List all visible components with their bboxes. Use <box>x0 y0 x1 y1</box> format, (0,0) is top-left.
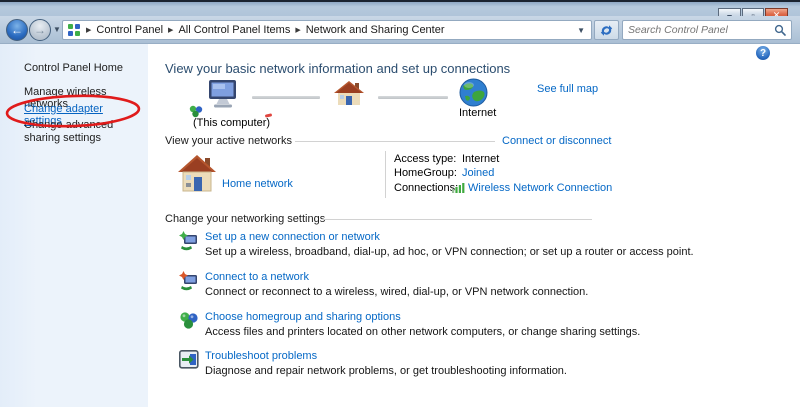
refresh-icon <box>600 24 613 37</box>
networking-settings-header: Change your networking settings <box>165 213 325 225</box>
this-computer-icon[interactable] <box>204 79 242 110</box>
sidebar-item-control-panel-home[interactable]: Control Panel Home <box>24 62 142 74</box>
address-bar[interactable]: ▶ Control Panel ▶ All Control Panel Item… <box>62 20 592 40</box>
back-button[interactable]: ← <box>6 19 28 41</box>
map-link-line <box>378 96 448 99</box>
details-divider <box>385 151 386 198</box>
wireless-network-connection-link[interactable]: Wireless Network Connection <box>468 182 612 194</box>
active-networks-header: View your active networks <box>165 135 292 147</box>
address-dropdown-icon[interactable]: ▼ <box>577 26 587 35</box>
recent-pages-dropdown[interactable]: ▼ <box>53 25 61 34</box>
access-type-label: Access type: <box>394 153 456 165</box>
homegroup-joined-link[interactable]: Joined <box>462 167 494 179</box>
access-type-value: Internet <box>462 153 499 165</box>
breadcrumb-separator-icon: ▶ <box>86 26 91 34</box>
section-rule <box>295 141 495 142</box>
homegroup-label: HomeGroup: <box>394 167 457 179</box>
troubleshoot-icon <box>179 350 199 369</box>
page-title: View your basic network information and … <box>165 61 615 76</box>
internet-label: Internet <box>459 107 496 119</box>
forward-arrow-icon: → <box>34 23 46 37</box>
home-network-link[interactable]: Home network <box>222 178 293 190</box>
setup-new-connection-link[interactable]: Set up a new connection or network <box>205 231 380 243</box>
wireless-signal-icon <box>452 182 465 193</box>
homegroup-icon <box>179 311 199 330</box>
home-network-icon[interactable] <box>177 152 217 194</box>
connect-to-network-desc: Connect or reconnect to a wireless, wire… <box>205 286 588 298</box>
section-rule <box>322 219 592 220</box>
back-arrow-icon: ← <box>11 23 23 37</box>
search-box[interactable] <box>622 20 792 40</box>
breadcrumb-separator-icon: ▶ <box>295 26 300 34</box>
choose-homegroup-desc: Access files and printers located on oth… <box>205 326 640 338</box>
connect-to-network-icon <box>179 271 199 291</box>
forward-button[interactable]: → <box>29 19 51 41</box>
help-icon: ? <box>760 48 766 59</box>
this-computer-label: (This computer) <box>193 117 270 129</box>
breadcrumb-all-items[interactable]: All Control Panel Items <box>178 24 290 36</box>
see-full-map-link[interactable]: See full map <box>537 83 598 95</box>
setup-new-connection-desc: Set up a wireless, broadband, dial-up, a… <box>205 246 694 258</box>
refresh-button[interactable] <box>594 20 619 40</box>
new-connection-icon <box>179 231 199 251</box>
network-sharing-center-window: – ▫ ✕ ← → ▼ ▶ Control Panel ▶ All Contro… <box>0 0 800 407</box>
search-icon <box>774 24 786 36</box>
troubleshoot-problems-link[interactable]: Troubleshoot problems <box>205 350 317 362</box>
internet-globe-icon[interactable] <box>459 78 488 107</box>
connections-label: Connections: <box>394 182 458 194</box>
connect-to-network-link[interactable]: Connect to a network <box>205 271 309 283</box>
home-network-map-icon[interactable] <box>333 79 365 107</box>
breadcrumb-control-panel[interactable]: Control Panel <box>96 24 163 36</box>
help-button[interactable]: ? <box>756 46 770 60</box>
network-location-icon <box>67 23 81 37</box>
sidebar-item-change-advanced-sharing-settings[interactable]: Change advanced sharing settings <box>24 119 142 145</box>
breadcrumb-network-sharing-center[interactable]: Network and Sharing Center <box>306 24 445 36</box>
search-input[interactable] <box>628 24 774 36</box>
connect-or-disconnect-link[interactable]: Connect or disconnect <box>502 135 611 147</box>
breadcrumb-separator-icon: ▶ <box>168 26 173 34</box>
troubleshoot-problems-desc: Diagnose and repair network problems, or… <box>205 365 567 377</box>
choose-homegroup-link[interactable]: Choose homegroup and sharing options <box>205 311 401 323</box>
map-link-line <box>252 96 320 99</box>
